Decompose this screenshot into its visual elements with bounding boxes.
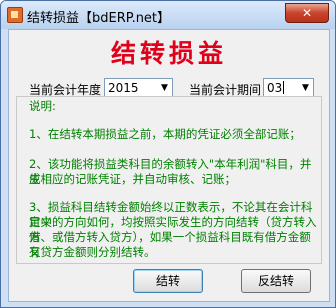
page-title: 结转损益 — [110, 39, 227, 68]
text-cursor — [283, 81, 284, 94]
dialog-window: 结转损益【bdERP.net】 ✕ 结转损益 当前会计年度 2015 ▼ 当前会… — [0, 0, 336, 308]
fiscal-year-value: 2015 — [108, 81, 139, 95]
note-1: 1、在结转本期损益之前，本期的凭证必须全部记账； — [29, 127, 301, 141]
notes-panel: 说明: 1、在结转本期损益之前，本期的凭证必须全部记账； 2、该功能将损益类科目… — [16, 96, 322, 264]
carry-forward-button[interactable]: 结转 — [133, 269, 203, 293]
app-icon — [7, 7, 23, 23]
window-title: 结转损益【bdERP.net】 — [27, 11, 171, 26]
chevron-down-icon[interactable]: ▼ — [298, 79, 313, 97]
note-2-line-2: 成相应的记账凭证，并自动审核、记账； — [29, 172, 236, 186]
close-icon: ✕ — [301, 6, 313, 20]
dialog-body: 结转损益 当前会计年度 2015 ▼ 当前会计期间 03 ▼ 说明: 1、在结转… — [8, 29, 330, 302]
fiscal-period-value: 03 — [267, 81, 283, 95]
chevron-down-icon[interactable]: ▼ — [157, 79, 172, 97]
fiscal-year-select[interactable]: 2015 ▼ — [104, 78, 173, 98]
reverse-carry-forward-button[interactable]: 反结转 — [241, 269, 311, 293]
close-button[interactable]: ✕ — [285, 3, 329, 23]
title-bar[interactable]: 结转损益【bdERP.net】 ✕ — [1, 1, 335, 29]
note-3-line-4: 有贷方金额则分别结转。 — [29, 245, 156, 259]
fiscal-period-select[interactable]: 03 ▼ — [263, 78, 314, 98]
notes-title: 说明: — [29, 99, 56, 113]
